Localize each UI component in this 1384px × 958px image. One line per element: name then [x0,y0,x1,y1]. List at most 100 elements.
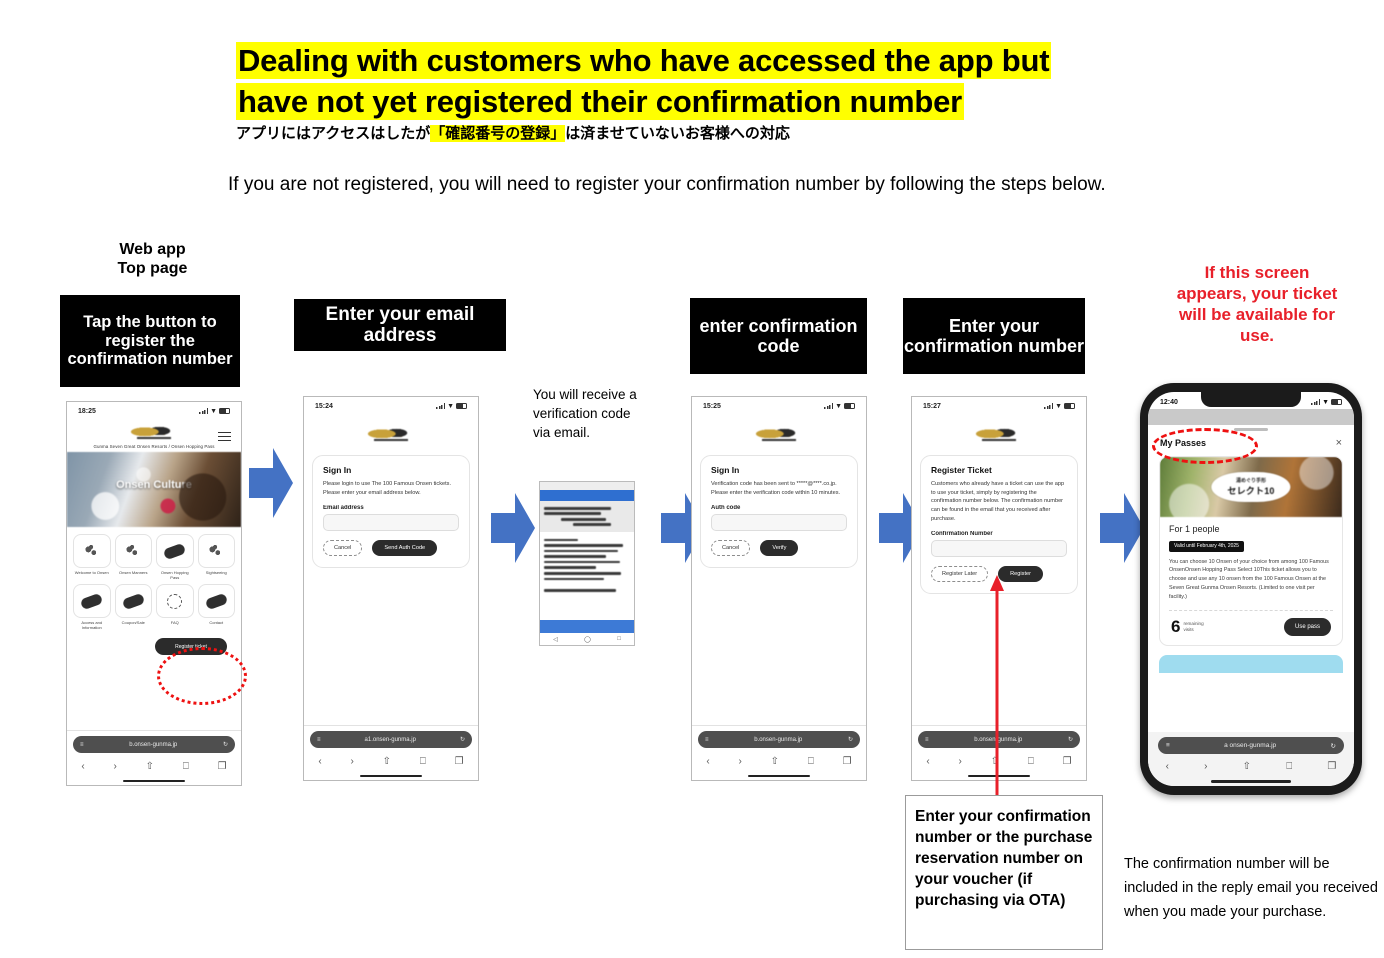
card-body: Please login to use The 100 Famous Onsen… [323,481,452,496]
site-header [912,415,1086,449]
bookmarks-icon[interactable]: ⎕ [1028,756,1034,767]
site-header: Gunma Seven Great Onsen Resorts / Onsen … [67,420,241,452]
status-bar: 18:25 ▼ [67,402,241,420]
url-text: b.onsen-gunma.jp [754,736,803,743]
reload-icon[interactable]: ↻ [460,736,465,743]
back-icon[interactable]: ‹ [81,761,84,772]
remaining-visits: 6 remaining visits [1171,618,1204,635]
menu-tile[interactable]: Welcome to Onsen [73,534,111,580]
back-icon[interactable]: ‹ [706,756,709,767]
card-actions: Cancel Send Auth Code [323,540,459,557]
battery-icon [219,408,230,414]
bookmarks-icon[interactable]: ⎕ [183,761,189,772]
confirmation-number-input[interactable] [931,540,1067,558]
menu-tile-caption: FAQ [170,620,179,625]
menu-tile[interactable]: Onsen Manners [114,534,152,580]
phone-screenshot-auth-code: 15:25 ▼ Sign In Verification code has be… [691,396,867,781]
cancel-button[interactable]: Cancel [323,540,363,557]
tabs-icon[interactable]: ❐ [455,756,464,767]
back-icon[interactable]: ‹ [1166,761,1169,772]
url-bar[interactable]: ≡ a1.onsen-gunma.jp ↻ [310,731,472,748]
reload-icon[interactable]: ↻ [848,736,853,743]
pass-card[interactable]: 湯めぐり手形 セレクト10 For 1 people Valid until F… [1159,456,1343,647]
phone-screenshot-top-page: 18:25 ▼ Gunma Seven Great Onsen Resorts … [66,401,242,786]
share-icon[interactable]: ⇧ [383,756,391,767]
faq-icon [167,593,183,609]
forward-icon[interactable]: › [351,756,354,767]
register-ticket-card: Register Ticket Customers who already ha… [920,455,1078,595]
register-later-button[interactable]: Register Later [931,566,989,583]
site-logo-icon [368,427,414,444]
highlight-oval-my-passes [1152,428,1258,464]
nav-recents-icon[interactable]: □ [617,636,621,642]
japanese-subtitle-highlight: 「確認番号の登録」 [430,125,566,142]
hamburger-menu-icon[interactable] [218,432,231,441]
reload-icon[interactable]: ↻ [223,741,228,748]
url-text: a1.onsen-gunma.jp [364,736,416,743]
status-icons: ▼ [436,403,467,410]
bookmarks-icon[interactable]: ⎕ [1286,761,1292,772]
bookmarks-icon[interactable]: ⎕ [808,756,814,767]
forward-icon[interactable]: › [959,756,962,767]
tabs-icon[interactable]: ❐ [1327,761,1336,772]
menu-tile[interactable]: Sightseeing [197,534,235,580]
tabs-icon[interactable]: ❐ [1063,756,1072,767]
wifi-icon: ▼ [835,402,842,410]
menu-tile[interactable]: Coupon/Sale [114,584,152,630]
menu-tile-grid: Welcome to Onsen Onsen Manners Onsen Hop… [67,527,241,632]
japanese-subtitle: アプリにはアクセスはしたが「確認番号の登録」は済ませていないお客様への対応 [236,124,1136,144]
menu-tile[interactable]: Access and Information [73,584,111,630]
signal-icon [199,408,209,414]
result-red-note: If this screen appears, your ticket will… [1176,263,1338,345]
status-icons: ▼ [824,403,855,410]
pass-icon [163,542,187,560]
forward-icon[interactable]: › [1204,761,1207,772]
next-pass-card-peek[interactable] [1159,655,1343,674]
close-icon[interactable]: × [1336,437,1342,449]
pass-badge: 湯めぐり手形 セレクト10 [1211,472,1291,502]
reader-icon[interactable]: ≡ [925,737,929,743]
back-icon[interactable]: ‹ [926,756,929,767]
nav-home-icon[interactable]: ◯ [584,636,591,643]
url-bar[interactable]: ≡ b.onsen-gunma.jp ↻ [698,731,860,748]
share-icon[interactable]: ⇧ [1243,761,1251,772]
browser-nav: ‹ › ⇧ ⎕ ❐ [67,755,241,777]
reader-icon[interactable]: ≡ [1166,742,1170,749]
tabs-icon[interactable]: ❐ [843,756,852,767]
share-icon[interactable]: ⇧ [771,756,779,767]
url-bar[interactable]: ≡ a onsen-gunma.jp ↻ [1158,737,1344,754]
page-title-line1: Dealing with customers who have accessed… [236,42,1052,79]
bookmarks-icon[interactable]: ⎕ [420,756,426,767]
tabs-icon[interactable]: ❐ [218,761,227,772]
email-screenshot: ◁ ◯ □ [539,481,635,646]
site-header [304,415,478,449]
forward-icon[interactable]: › [114,761,117,772]
signal-icon [1044,403,1054,409]
menu-tile[interactable]: FAQ [156,584,194,630]
forward-icon[interactable]: › [739,756,742,767]
status-time: 15:25 [703,402,721,410]
nav-back-icon[interactable]: ◁ [553,636,558,643]
site-logo-icon [756,427,802,444]
menu-tile[interactable]: Onsen Hopping Pass [156,534,194,580]
status-time: 15:27 [923,402,941,410]
auth-code-input[interactable] [711,514,847,532]
status-bar: 15:24 ▼ [304,397,478,415]
use-pass-button[interactable]: Use pass [1283,618,1331,637]
device-notch [1201,392,1301,407]
share-icon[interactable]: ⇧ [146,761,154,772]
verify-button[interactable]: Verify [760,540,799,557]
reload-icon[interactable]: ↻ [1331,742,1336,750]
highlight-oval-register-button [157,647,247,705]
send-auth-code-button[interactable]: Send Auth Code [372,540,438,557]
menu-tile[interactable]: Contact [197,584,235,630]
cancel-button[interactable]: Cancel [711,540,751,557]
reload-icon[interactable]: ↻ [1068,736,1073,743]
pass-details: For 1 people Valid until February 4th, 2… [1160,517,1342,645]
url-bar[interactable]: ≡ b.onsen-gunma.jp ↻ [73,736,235,753]
reader-icon[interactable]: ≡ [705,737,709,743]
back-icon[interactable]: ‹ [318,756,321,767]
email-input[interactable] [323,514,459,532]
reader-icon[interactable]: ≡ [317,737,321,743]
reader-icon[interactable]: ≡ [80,742,84,748]
